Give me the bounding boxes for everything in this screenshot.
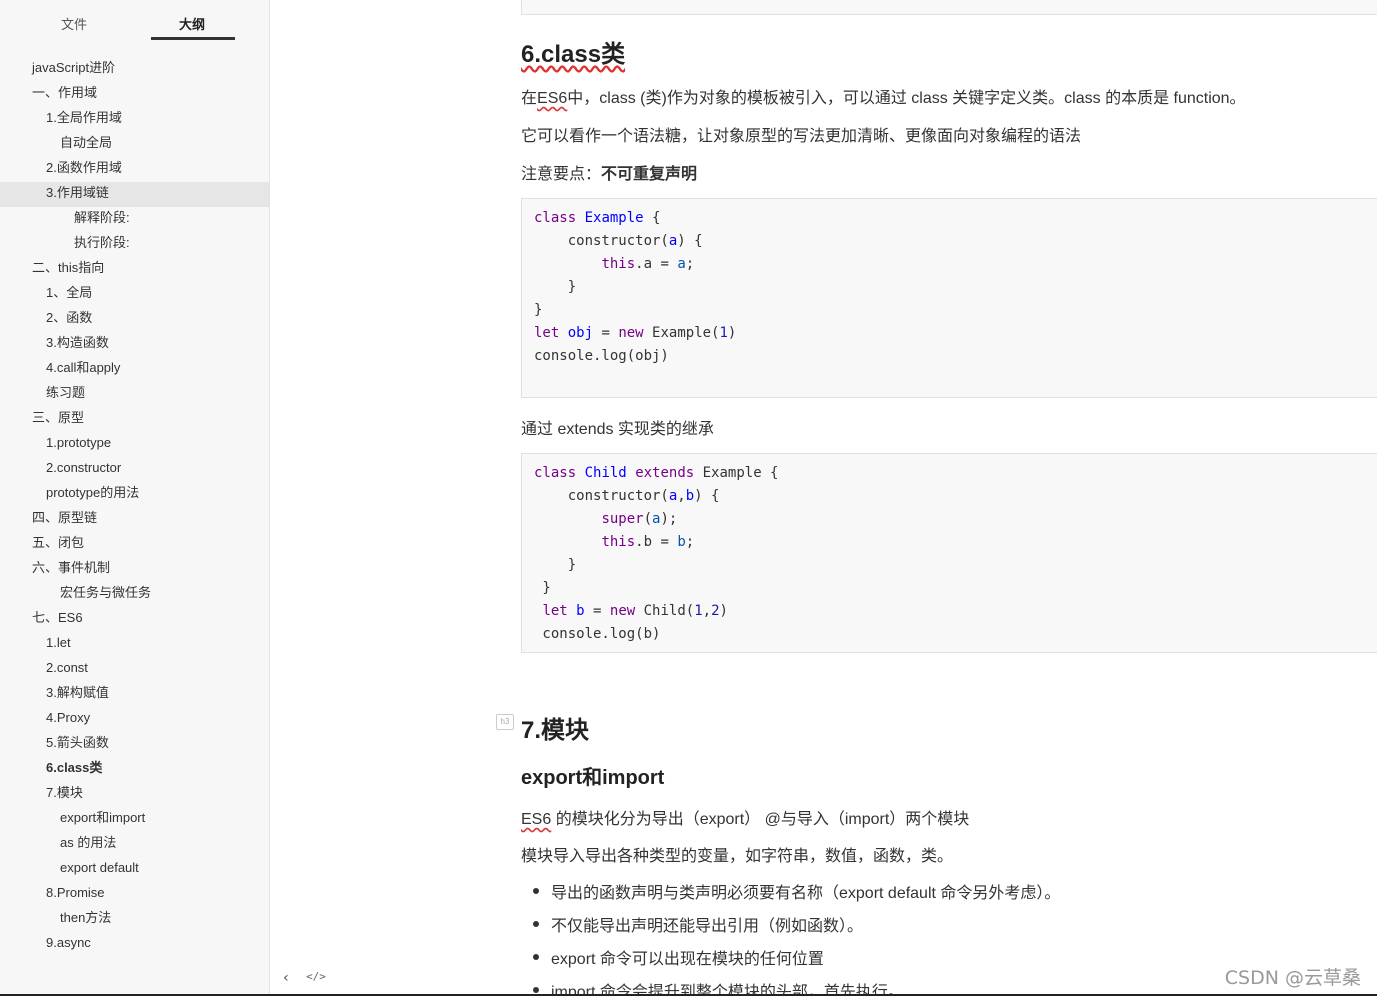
- outline-item[interactable]: 五、闭包: [0, 532, 269, 557]
- outline-item[interactable]: 1.let: [0, 632, 269, 657]
- heading-7-module-wrapper: h3 7.模块: [496, 700, 921, 744]
- heading-7-module: 7.模块: [521, 717, 590, 744]
- heading-text: 6.class类: [521, 41, 626, 68]
- outline-item[interactable]: 3.作用域链: [0, 182, 269, 207]
- collapse-sidebar-icon[interactable]: ‹: [276, 970, 296, 988]
- outline-sidebar: 文件 大纲 javaScript进阶 一、作用域 1.全局作用域 自动全局 2.函数作用…: [0, 0, 290, 996]
- outline-item[interactable]: export和import: [0, 807, 269, 832]
- heading-6-class: 6.class类: [521, 34, 625, 69]
- outline-item[interactable]: 执行阶段:: [0, 232, 269, 257]
- list-item: export 命令可以出现在模块的任何位置: [521, 945, 1060, 978]
- outline-item[interactable]: export default: [0, 857, 269, 882]
- outline-item[interactable]: 三、原型: [0, 407, 269, 432]
- editor-area[interactable]: 6.class类 在ES6中，class (类)作为对象的模板被引入，可以通过 …: [270, 0, 1377, 996]
- sidebar-footer: ‹: [0, 962, 290, 996]
- note-bold: 不可重复声明: [601, 166, 698, 183]
- sidebar-tabs: 文件 大纲: [0, 0, 269, 44]
- outline-item[interactable]: 宏任务与微任务: [0, 582, 269, 607]
- outline-item[interactable]: 2.constructor: [0, 457, 269, 482]
- outline-item[interactable]: javaScript进阶: [0, 57, 269, 82]
- outline-item[interactable]: 3.构造函数: [0, 332, 269, 357]
- code-block-class-example[interactable]: class Example { constructor(a) { this.a …: [521, 198, 1377, 398]
- outline-item[interactable]: 3.解构赋值: [0, 682, 269, 707]
- outline-item[interactable]: 1.prototype: [0, 432, 269, 457]
- paragraph-rest: 的模块化分为导出（export） @与导入（import）两个模块: [551, 811, 970, 828]
- bullet-list: 导出的函数声明与类声明必须要有名称（export default 命令另外考虑）…: [521, 879, 1060, 996]
- outline-item[interactable]: 2、函数: [0, 307, 269, 332]
- outline-item[interactable]: 2.函数作用域: [0, 157, 269, 182]
- note-prefix: 注意要点：: [521, 166, 602, 183]
- outline-item[interactable]: 二、this指向: [0, 257, 269, 282]
- heading-export-import: export和import: [521, 767, 665, 789]
- outline-item[interactable]: 2.const: [0, 657, 269, 682]
- outline-item[interactable]: 4.Proxy: [0, 707, 269, 732]
- paragraph: 模块导入导出各种类型的变量，如字符串，数值，函数，类。: [521, 848, 954, 865]
- outline-item[interactable]: 7.模块: [0, 782, 269, 807]
- outline-item[interactable]: 四、原型链: [0, 507, 269, 532]
- tab-outline[interactable]: 大纲: [179, 14, 205, 33]
- watermark: CSDN @云草桑: [1224, 963, 1361, 990]
- heading-level-marker[interactable]: h3: [496, 714, 514, 730]
- outline-list: javaScript进阶 一、作用域 1.全局作用域 自动全局 2.函数作用域 3.作用域…: [0, 57, 269, 957]
- active-tab-indicator: [151, 37, 235, 40]
- outline-item[interactable]: 七、ES6: [0, 607, 269, 632]
- es6-word: ES6: [521, 811, 552, 828]
- outline-item[interactable]: 4.call和apply: [0, 357, 269, 382]
- list-item: 导出的函数声明与类声明必须要有名称（export default 命令另外考虑）…: [521, 879, 1060, 912]
- source-code-mode-icon[interactable]: </>: [306, 970, 326, 988]
- outline-item[interactable]: 练习题: [0, 382, 269, 407]
- outline-item[interactable]: as 的用法: [0, 832, 269, 857]
- outline-item[interactable]: 自动全局: [0, 132, 269, 157]
- outline-item[interactable]: then方法: [0, 907, 269, 932]
- code-block-partial: [521, 0, 1377, 15]
- paragraph: 通过 extends 实现类的继承: [521, 421, 714, 438]
- outline-item[interactable]: prototype的用法: [0, 482, 269, 507]
- paragraph: 在ES6中，class (类)作为对象的模板被引入，可以通过 class 关键字…: [521, 90, 1246, 107]
- code-block-extends[interactable]: class Child extends Example { constructo…: [521, 453, 1377, 653]
- outline-item[interactable]: 六、事件机制: [0, 557, 269, 582]
- outline-item[interactable]: 9.async: [0, 932, 269, 957]
- outline-item[interactable]: 1.全局作用域: [0, 107, 269, 132]
- list-item: 不仅能导出声明还能导出引用（例如函数）。: [521, 912, 1060, 945]
- outline-item[interactable]: 一、作用域: [0, 82, 269, 107]
- outline-item[interactable]: 5.箭头函数: [0, 732, 269, 757]
- outline-item[interactable]: 8.Promise: [0, 882, 269, 907]
- outline-item[interactable]: 6.class类: [0, 757, 269, 782]
- paragraph: ES6 的模块化分为导出（export） @与导入（import）两个模块: [521, 805, 969, 829]
- outline-item[interactable]: 1、全局: [0, 282, 269, 307]
- outline-item[interactable]: 解释阶段:: [0, 207, 269, 232]
- note-paragraph: 注意要点：不可重复声明: [521, 160, 697, 184]
- paragraph: 它可以看作一个语法糖，让对象原型的写法更加清晰、更像面向对象编程的语法: [521, 128, 1082, 145]
- tab-files[interactable]: 文件: [61, 14, 87, 33]
